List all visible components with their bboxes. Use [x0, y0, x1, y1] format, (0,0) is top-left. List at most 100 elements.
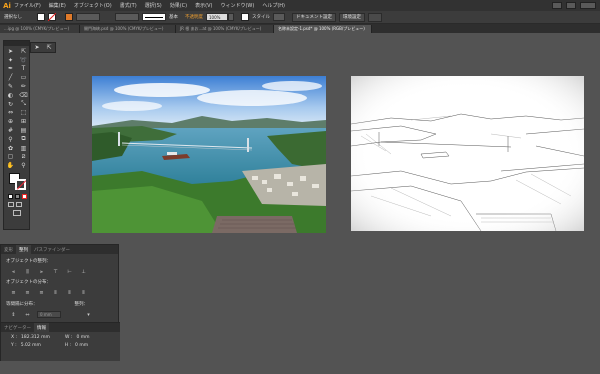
width-tool-icon[interactable]: ⇔	[4, 109, 17, 118]
align-left-icon[interactable]: ⫷	[9, 268, 18, 275]
align-right-icon[interactable]: ⫸	[37, 268, 46, 275]
align-panel-tabs: 変形 整列 パスファインダー	[1, 245, 118, 254]
none-mode-icon[interactable]	[22, 194, 27, 200]
sketch-artwork[interactable]	[351, 76, 584, 231]
fill-stroke-widget	[6, 172, 27, 192]
gradient-tool-icon[interactable]: ▤	[17, 126, 30, 135]
control-bar: 選択なし 基本 不透明度 100% スタイル ドキュメント設定 環境設定	[0, 11, 600, 24]
variable-width-field[interactable]	[115, 13, 139, 21]
slice-tool-icon[interactable]: ⧄	[17, 153, 30, 162]
magic-wand-tool-icon[interactable]: ✦	[4, 56, 17, 65]
perspective-grid-tool-icon[interactable]: ⊞	[17, 117, 30, 126]
rectangle-tool-icon[interactable]: ▭	[17, 73, 30, 82]
screen-mode-icon[interactable]	[13, 210, 21, 217]
graph-tool-icon[interactable]: ▥	[17, 144, 30, 153]
rotate-tool-icon[interactable]: ↻	[4, 100, 17, 109]
landscape-photo[interactable]	[92, 76, 326, 233]
align-to-dropdown[interactable]: ▾	[84, 311, 93, 318]
distribute-left-icon[interactable]: ⦀	[51, 289, 60, 296]
distribute-horizontal-space-icon[interactable]: ⇔	[23, 311, 32, 318]
selection-tool-icon[interactable]: ➤	[4, 47, 17, 56]
paintbrush-tool-icon[interactable]: ✎	[4, 82, 17, 91]
align-to-label: 整列：	[74, 302, 89, 307]
draw-normal-icon[interactable]	[8, 202, 14, 208]
stroke-color-icon[interactable]	[65, 13, 73, 21]
tab-transform[interactable]: 変形	[1, 247, 16, 253]
spacing-value-field[interactable]: 0 mm	[37, 311, 61, 318]
arrange-documents-button[interactable]	[566, 2, 576, 9]
info-x-row: X : 182.312 mm W : 0 mm	[1, 335, 120, 340]
menu-view[interactable]: 表示(V)	[195, 2, 212, 9]
symbol-sprayer-tool-icon[interactable]: ✿	[4, 144, 17, 153]
bridge-button[interactable]	[552, 2, 562, 9]
tab-navigator[interactable]: ナビゲーター	[1, 325, 34, 331]
tab-info[interactable]: 情報	[34, 323, 49, 332]
align-top-icon[interactable]: ⊤	[51, 268, 60, 275]
menu-edit[interactable]: 編集(E)	[49, 2, 66, 9]
stroke-weight-field[interactable]	[76, 13, 100, 21]
menu-select[interactable]: 選択(S)	[145, 2, 162, 9]
align-panel: 変形 整列 パスファインダー オブジェクトの整列： ⫷ ⫼ ⫸ ⊤ ⊢ ⊥ オブ…	[0, 244, 120, 361]
h-label: H :	[64, 343, 72, 348]
opacity-field[interactable]: 100%	[206, 13, 228, 21]
blend-tool-icon[interactable]: ⧉	[17, 135, 30, 144]
document-setup-button[interactable]: ドキュメント設定	[292, 12, 336, 22]
artboard-tool-icon[interactable]: ▢	[4, 153, 17, 162]
x-label: X :	[11, 335, 18, 340]
menu-help[interactable]: ヘルプ(H)	[262, 2, 285, 9]
tab-document-2[interactable]: 開門海峡.psd @ 100% (CMYK/プレビュー)	[80, 25, 176, 33]
scale-tool-icon[interactable]: ⤡	[17, 100, 30, 109]
align-bottom-icon[interactable]: ⊥	[79, 268, 88, 275]
arrange-menu-button[interactable]	[368, 12, 382, 22]
distribute-top-icon[interactable]: ≡	[9, 289, 18, 296]
menu-object[interactable]: オブジェクト(O)	[74, 2, 112, 9]
stroke-swatch[interactable]	[48, 13, 56, 21]
menu-effect[interactable]: 効果(C)	[170, 2, 187, 9]
align-objects-label: オブジェクトの整列：	[6, 259, 51, 264]
tab-document-3[interactable]: JR 根 あお...at @ 100% (CMYK/プレビュー)	[176, 25, 274, 33]
opacity-dropdown[interactable]	[228, 13, 234, 21]
blob-brush-tool-icon[interactable]: ◐	[4, 91, 17, 100]
no-stroke-icon	[48, 13, 56, 21]
distribute-horizontal-center-icon[interactable]: ⦀	[65, 289, 74, 296]
style-swatch[interactable]	[241, 13, 249, 21]
group-selection-icon[interactable]: ⇱	[46, 44, 51, 51]
eraser-tool-icon[interactable]: ⌫	[17, 91, 30, 100]
mesh-tool-icon[interactable]: #	[4, 126, 17, 135]
tab-document-1[interactable]: ...ipg @ 100% (CMYK/プレビュー)	[0, 25, 80, 33]
style-dropdown[interactable]	[273, 13, 285, 21]
distribute-bottom-icon[interactable]: ≡	[37, 289, 46, 296]
pencil-tool-icon[interactable]: ✏	[17, 82, 30, 91]
color-mode-icon[interactable]	[8, 194, 13, 200]
type-tool-icon[interactable]: T	[17, 65, 30, 74]
free-transform-tool-icon[interactable]: ⬚	[17, 109, 30, 118]
gradient-mode-icon[interactable]	[15, 194, 20, 200]
lasso-tool-icon[interactable]: ➰	[17, 56, 30, 65]
draw-behind-icon[interactable]	[16, 202, 22, 208]
shape-builder-tool-icon[interactable]: ⊕	[4, 117, 17, 126]
align-horizontal-center-icon[interactable]: ⫼	[23, 268, 32, 275]
hand-tool-icon[interactable]: ✋	[4, 161, 17, 170]
zoom-tool-icon[interactable]: ⚲	[17, 161, 30, 170]
fill-swatch[interactable]	[37, 13, 45, 21]
stroke-color-box[interactable]	[15, 179, 26, 191]
line-tool-icon[interactable]: ╱	[4, 73, 17, 82]
menu-window[interactable]: ウィンドウ(W)	[220, 2, 254, 9]
preferences-button[interactable]: 環境設定	[339, 12, 365, 22]
info-panel: ナビゲーター 情報 X : 182.312 mm W : 0 mm Y : 5.…	[1, 322, 120, 361]
eyedropper-tool-icon[interactable]: ⚲	[4, 135, 17, 144]
pen-tool-icon[interactable]: ✒	[4, 65, 17, 74]
distribute-vertical-space-icon[interactable]: ⇕	[9, 311, 18, 318]
brush-definition-preview[interactable]	[142, 13, 166, 21]
distribute-vertical-center-icon[interactable]: ≡	[23, 289, 32, 296]
selection-arrow-icon[interactable]: ➤	[34, 44, 39, 51]
distribute-right-icon[interactable]: ⦀	[79, 289, 88, 296]
align-vertical-center-icon[interactable]: ⊢	[65, 268, 74, 275]
workspace-switcher[interactable]	[580, 2, 596, 9]
menu-type[interactable]: 書式(T)	[120, 2, 137, 9]
direct-selection-tool-icon[interactable]: ⇱	[17, 47, 30, 56]
tab-align[interactable]: 整列	[16, 245, 31, 254]
menu-file[interactable]: ファイル(F)	[14, 2, 41, 9]
tab-document-active[interactable]: 名称未設定-1.psd* @ 100% (RGB/プレビュー)	[274, 25, 372, 33]
tab-pathfinder[interactable]: パスファインダー	[31, 247, 73, 253]
